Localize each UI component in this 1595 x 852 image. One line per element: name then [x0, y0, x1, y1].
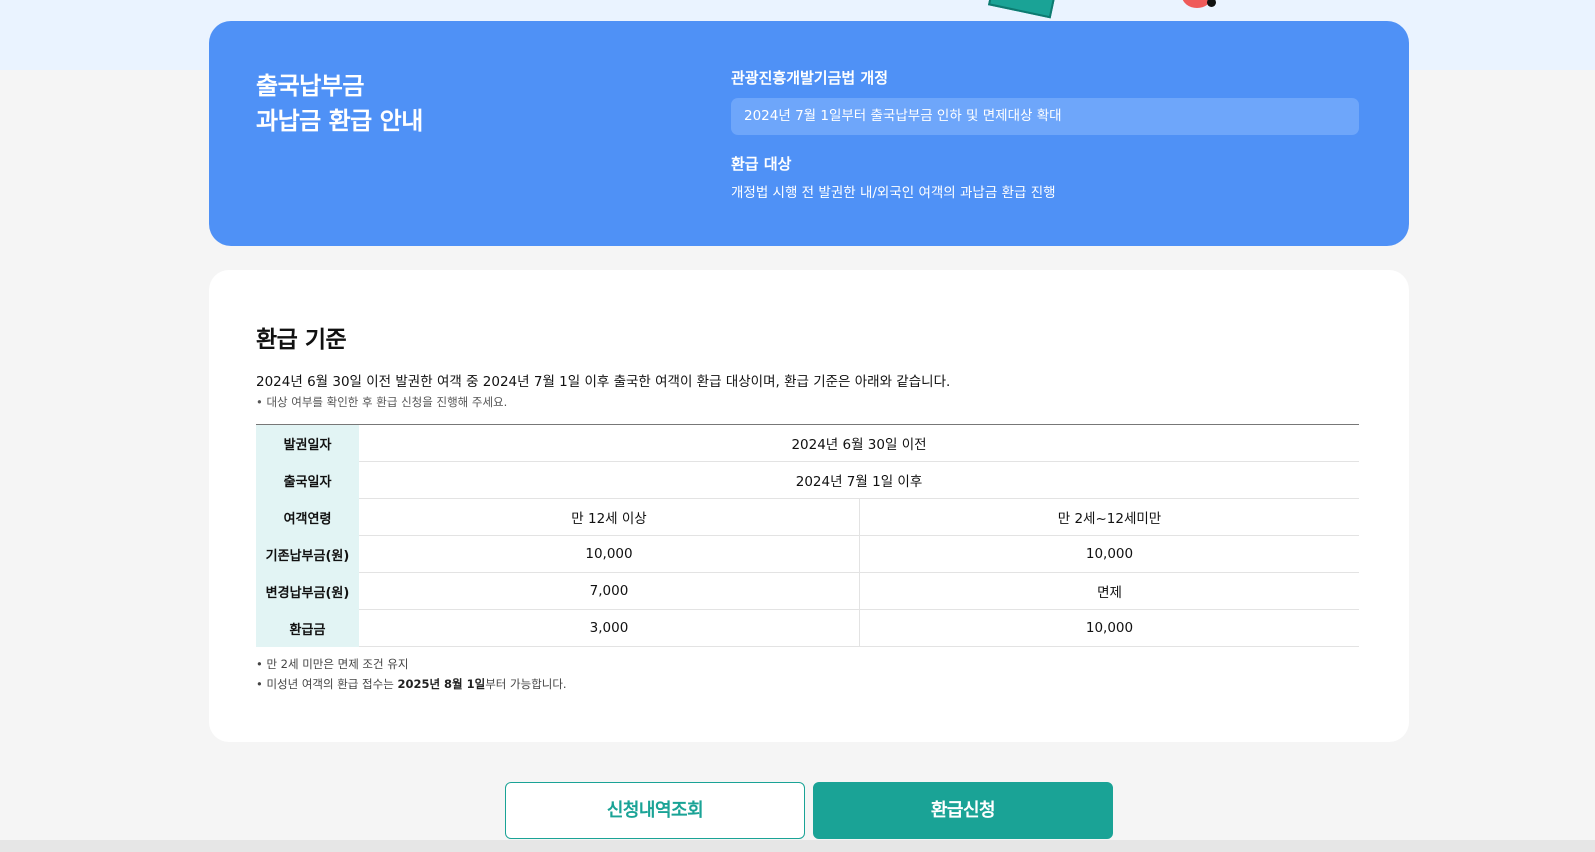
refund-apply-button[interactable]: 환급신청: [813, 782, 1113, 839]
page-bottom-edge: [0, 840, 1595, 852]
footnote-minor-prefix: • 미성년 여객의 환급 접수는: [256, 677, 398, 691]
criteria-description: 2024년 6월 30일 이전 발권한 여객 중 2024년 7월 1일 이후 …: [256, 374, 951, 390]
law-revision-box: 2024년 7월 1일부터 출국납부금 인하 및 면제대상 확대: [731, 98, 1359, 135]
footnote-minor-date-bold: 2025년 8월 1일: [397, 677, 486, 691]
table-cell: 면제: [859, 572, 1359, 610]
criteria-note: • 대상 여부를 확인한 후 환급 신청을 진행해 주세요.: [256, 395, 508, 409]
table-cell: 10,000: [859, 535, 1359, 573]
hero-title: 출국납부금 과납금 환급 안내: [256, 69, 423, 139]
footnote-minor-date: • 미성년 여객의 환급 접수는 2025년 8월 1일부터 가능합니다.: [256, 676, 567, 692]
hero-info-panel: 관광진흥개발기금법 개정 2024년 7월 1일부터 출국납부금 인하 및 면제…: [731, 67, 1359, 201]
footnote-under-2: • 만 2세 미만은 면제 조건 유지: [256, 657, 409, 671]
row-header: 변경납부금(원): [256, 572, 359, 610]
table-row: 발권일자 2024년 6월 30일 이전: [256, 424, 1359, 462]
table-row: 기존납부금(원) 10,000 10,000: [256, 535, 1359, 573]
table-row: 변경납부금(원) 7,000 면제: [256, 572, 1359, 610]
row-header: 발권일자: [256, 424, 359, 462]
table-cell: 만 2세~12세미만: [859, 498, 1359, 536]
row-header: 기존납부금(원): [256, 535, 359, 573]
table-cell: 3,000: [359, 609, 860, 647]
table-cell: 10,000: [359, 535, 860, 573]
hero-title-line1: 출국납부금: [256, 72, 364, 100]
table-cell: 7,000: [359, 572, 860, 610]
row-header: 환급금: [256, 609, 359, 647]
hero-title-line2: 과납금 환급 안내: [256, 107, 423, 135]
criteria-title: 환급 기준: [256, 327, 347, 353]
info-hero-banner: 출국납부금 과납금 환급 안내 관광진흥개발기금법 개정 2024년 7월 1일…: [209, 21, 1409, 246]
law-revision-title: 관광진흥개발기금법 개정: [731, 69, 889, 87]
table-cell: 만 12세 이상: [359, 498, 860, 536]
table-cell: 10,000: [859, 609, 1359, 647]
footnote-minor-suffix: 부터 가능합니다.: [485, 677, 567, 691]
refund-target-description: 개정법 시행 전 발권한 내/외국인 여객의 과납금 환급 진행: [731, 185, 1056, 201]
application-history-button[interactable]: 신청내역조회: [505, 782, 805, 839]
row-header: 출국일자: [256, 461, 359, 499]
refund-criteria-table: 발권일자 2024년 6월 30일 이전 출국일자 2024년 7월 1일 이후…: [256, 424, 1359, 647]
table-row: 환급금 3,000 10,000: [256, 609, 1359, 647]
row-header: 여객연령: [256, 498, 359, 536]
refund-criteria-card: 환급 기준 2024년 6월 30일 이전 발권한 여객 중 2024년 7월 …: [209, 270, 1409, 742]
table-row: 출국일자 2024년 7월 1일 이후: [256, 461, 1359, 499]
table-cell: 2024년 7월 1일 이후: [359, 461, 1359, 499]
refund-target-title: 환급 대상: [731, 155, 792, 173]
table-cell: 2024년 6월 30일 이전: [359, 424, 1359, 462]
table-row: 여객연령 만 12세 이상 만 2세~12세미만: [256, 498, 1359, 536]
